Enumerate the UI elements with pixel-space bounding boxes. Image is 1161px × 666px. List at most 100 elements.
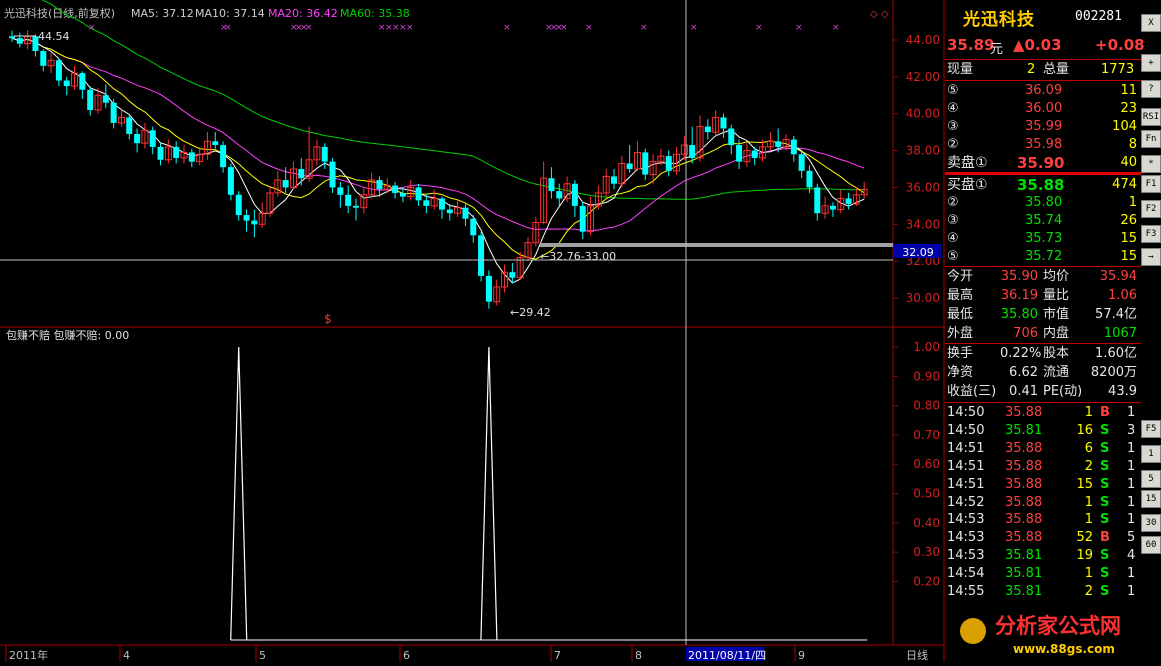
level-price: 35.80 bbox=[1025, 195, 1063, 210]
stat-label: 净资 bbox=[947, 365, 974, 380]
tick-row[interactable]: 14:54 35.81 1 S 1 bbox=[945, 565, 1141, 583]
tick-count: 3 bbox=[1127, 422, 1136, 438]
candle-body-down bbox=[462, 207, 469, 219]
candle-body-down bbox=[329, 161, 336, 188]
sidebar-button[interactable]: 15 bbox=[1141, 490, 1161, 508]
sidebar-button[interactable]: RSI bbox=[1141, 108, 1161, 126]
stat-label: 今开 bbox=[947, 269, 974, 284]
sidebar-button[interactable]: 5 bbox=[1141, 470, 1161, 488]
tick-row[interactable]: 14:55 35.81 2 S 1 bbox=[945, 583, 1141, 601]
tick-count: 1 bbox=[1127, 512, 1136, 528]
ind-axis-label: 0.30 bbox=[913, 545, 940, 559]
candle-body-down bbox=[9, 36, 15, 39]
candle-body-down bbox=[665, 156, 672, 171]
stat-label: PE(动) bbox=[1043, 384, 1083, 399]
sidebar-button[interactable]: * bbox=[1141, 155, 1161, 173]
stat-row: 外盘 706 内盘 1067 bbox=[945, 325, 1141, 343]
tick-price: 35.88 bbox=[1005, 512, 1043, 528]
candle-body-down bbox=[376, 180, 383, 190]
spread-divider bbox=[945, 172, 1141, 175]
level-label: ⑤ bbox=[947, 83, 959, 98]
level-volume: 11 bbox=[1120, 83, 1137, 98]
price-axis-label: 34.00 bbox=[906, 217, 940, 231]
tick-count: 4 bbox=[1127, 548, 1136, 564]
level-price: 35.90 bbox=[1017, 154, 1065, 172]
chart-title: 光迅科技(日线,前复权) bbox=[4, 6, 115, 20]
chart-background bbox=[0, 0, 945, 662]
sidebar-button[interactable]: F5 bbox=[1141, 420, 1161, 438]
candle-body-down bbox=[415, 187, 422, 201]
sidebar-button[interactable]: 30 bbox=[1141, 514, 1161, 532]
candle-body-down bbox=[282, 180, 289, 188]
tick-side: S bbox=[1100, 494, 1110, 510]
signal-mark-icon: × bbox=[406, 23, 414, 33]
tick-price: 35.88 bbox=[1005, 494, 1043, 510]
level-label: ② bbox=[947, 195, 959, 210]
candle-body-down bbox=[485, 275, 492, 302]
tick-count: 1 bbox=[1127, 405, 1136, 420]
divider bbox=[945, 80, 1141, 81]
sidebar-button[interactable]: → bbox=[1141, 248, 1161, 266]
candle-body-down bbox=[321, 146, 328, 162]
tick-volume: 19 bbox=[1076, 548, 1093, 564]
tick-row[interactable]: 14:53 35.81 19 S 4 bbox=[945, 547, 1141, 565]
level-volume: 15 bbox=[1120, 249, 1137, 264]
level-volume: 104 bbox=[1112, 119, 1137, 134]
tick-price: 35.81 bbox=[1005, 422, 1043, 438]
candle-body-down bbox=[87, 89, 94, 111]
stat-label: 流通 bbox=[1043, 365, 1070, 380]
price-axis-label: 38.00 bbox=[906, 144, 940, 158]
tick-time: 14:53 bbox=[947, 548, 985, 564]
tick-row[interactable]: 14:50 35.81 16 S 3 bbox=[945, 422, 1141, 440]
range-annotation: ←32.76-33.00 bbox=[540, 250, 616, 263]
tick-time: 14:51 bbox=[947, 476, 985, 492]
candle-body-down bbox=[212, 141, 219, 146]
stat-value: 43.9 bbox=[1108, 384, 1137, 399]
ma20-label: MA20: 36.42 bbox=[268, 7, 338, 20]
period-label: 日线 bbox=[906, 648, 928, 662]
sidebar-button[interactable]: 1 bbox=[1141, 445, 1161, 463]
price-axis-label: 40.00 bbox=[906, 107, 940, 121]
date-axis-label: 5 bbox=[259, 649, 266, 662]
label-zongliang: 总量 bbox=[1043, 62, 1070, 77]
level-volume: 26 bbox=[1120, 213, 1137, 228]
sidebar-button[interactable]: Fn bbox=[1141, 130, 1161, 148]
tick-row[interactable]: 14:51 35.88 6 S 1 bbox=[945, 440, 1141, 458]
tick-row[interactable]: 14:53 35.88 1 S 1 bbox=[945, 511, 1141, 529]
tick-count: 5 bbox=[1127, 530, 1136, 546]
tick-side: S bbox=[1100, 566, 1110, 582]
sidebar-button[interactable]: X bbox=[1141, 14, 1161, 32]
sidebar-button[interactable]: F3 bbox=[1141, 225, 1161, 243]
candle-body-down bbox=[298, 169, 305, 179]
tick-volume: 52 bbox=[1076, 530, 1093, 546]
chart-pane[interactable]: 光迅科技(日线,前复权) MA5: 37.12 MA10: 37.14 MA20: 3… bbox=[0, 0, 945, 662]
sidebar-button[interactable]: F2 bbox=[1141, 200, 1161, 218]
price-axis-label: 30.00 bbox=[906, 291, 940, 305]
candle-body-down bbox=[446, 209, 453, 214]
stat-label: 换手 bbox=[947, 346, 974, 361]
tick-row[interactable]: 14:53 35.88 52 B 5 bbox=[945, 529, 1141, 547]
level-volume: 474 bbox=[1112, 177, 1137, 192]
tick-count: 1 bbox=[1127, 566, 1136, 582]
stat-value: 6.62 bbox=[1009, 365, 1038, 380]
tick-row[interactable]: 14:52 35.88 1 S 1 bbox=[945, 494, 1141, 512]
kline-chart[interactable]: 光迅科技(日线,前复权) MA5: 37.12 MA10: 37.14 MA20: 3… bbox=[0, 0, 945, 662]
candle-body-down bbox=[16, 38, 23, 44]
quote-header: 光迅科技 002281 35.89 元 ▲0.03 +0.08 bbox=[945, 0, 1145, 60]
tick-side: S bbox=[1100, 458, 1110, 474]
tick-row[interactable]: 14:50 35.88 1 B 1 bbox=[945, 404, 1141, 422]
candle-body-down bbox=[423, 200, 430, 206]
tick-row[interactable]: 14:51 35.88 2 S 1 bbox=[945, 458, 1141, 476]
stat-value: 0.41 bbox=[1009, 384, 1038, 399]
sidebar-button[interactable]: + bbox=[1141, 54, 1161, 72]
sell-row: 卖盘① 35.90 40 bbox=[945, 154, 1141, 172]
tick-row[interactable]: 14:51 35.88 15 S 1 bbox=[945, 476, 1141, 494]
sidebar-button[interactable]: 60 bbox=[1141, 536, 1161, 554]
buy-row: ② 35.80 1 bbox=[945, 194, 1141, 212]
sidebar-button[interactable]: ? bbox=[1141, 80, 1161, 98]
sell-row: ② 35.98 8 bbox=[945, 136, 1141, 154]
stat-value: 8200万 bbox=[1090, 365, 1137, 380]
candle-body-down bbox=[102, 95, 109, 103]
sidebar-button[interactable]: F1 bbox=[1141, 175, 1161, 193]
ind-axis-label: 0.40 bbox=[913, 516, 940, 530]
